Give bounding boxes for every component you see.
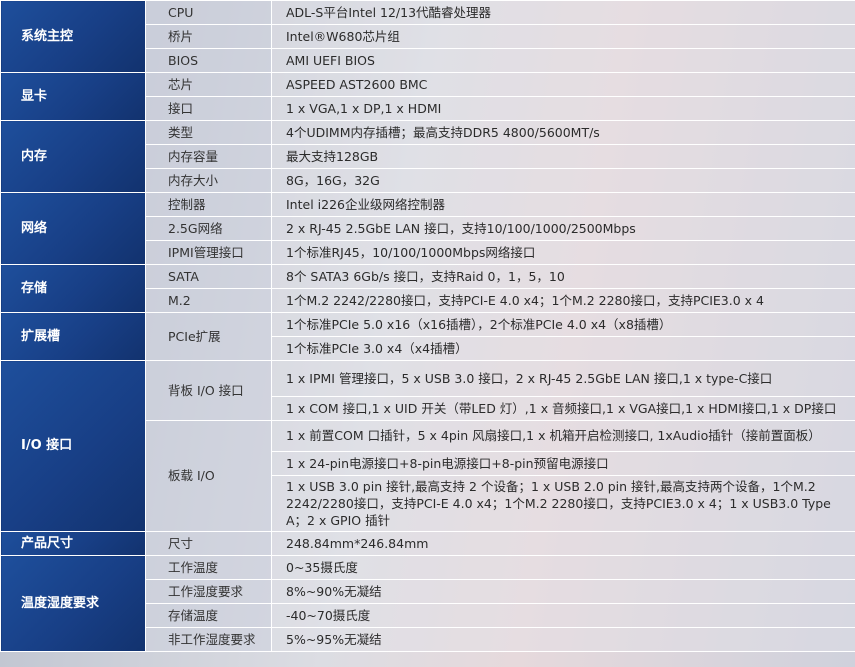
table-row: 网络 控制器 Intel i226企业级网络控制器	[0, 192, 855, 265]
item-label: 工作温度	[145, 555, 272, 580]
category-cell: 产品尺寸	[0, 531, 146, 556]
item-value: 1 x IPMI 管理接口，5 x USB 3.0 接口，2 x RJ-45 2…	[271, 360, 855, 397]
category-cell: 存储	[0, 264, 146, 313]
table-row: 温度湿度要求 工作温度 0~35摄氏度	[0, 555, 855, 652]
table-row: 产品尺寸 尺寸 248.84mm*246.84mm	[0, 531, 855, 556]
table-row: 存储 SATA 8个 SATA3 6Gb/s 接口，支持Raid 0，1，5，1…	[0, 264, 855, 313]
item-label: BIOS	[145, 48, 272, 73]
item-value: 1个标准PCIe 3.0 x4（x4插槽）	[271, 336, 855, 361]
item-label: 存储温度	[145, 603, 272, 628]
item-label: 桥片	[145, 24, 272, 49]
item-value: 4个UDIMM内存插槽；最高支持DDR5 4800/5600MT/s	[271, 120, 855, 145]
item-label: 尺寸	[145, 531, 272, 556]
table-row: 显卡 芯片 ASPEED AST2600 BMC	[0, 72, 855, 121]
spec-table: 系统主控 CPU ADL-S平台Intel 12/13代酷睿处理器 桥片 Int…	[0, 0, 855, 652]
category-cell: 网络	[0, 192, 146, 265]
item-value: Intel i226企业级网络控制器	[271, 192, 855, 217]
item-value: ASPEED AST2600 BMC	[271, 72, 855, 97]
category-cell: 温度湿度要求	[0, 555, 146, 652]
item-value: 1个标准RJ45，10/100/1000Mbps网络接口	[271, 240, 855, 265]
item-value: 1 x 24-pin电源接口+8-pin电源接口+8-pin预留电源接口	[271, 451, 855, 476]
item-label: IPMI管理接口	[145, 240, 272, 265]
item-label: 背板 I/O 接口	[145, 360, 272, 421]
item-value: 1 x COM 接口,1 x UID 开关（带LED 灯）,1 x 音频接口,1…	[271, 396, 855, 421]
item-label: CPU	[145, 0, 272, 25]
item-value: 最大支持128GB	[271, 144, 855, 169]
item-label: 非工作湿度要求	[145, 627, 272, 652]
item-value: 1个标准PCIe 5.0 x16（x16插槽），2个标准PCIe 4.0 x4（…	[271, 312, 855, 337]
table-row: 内存 类型 4个UDIMM内存插槽；最高支持DDR5 4800/5600MT/s	[0, 120, 855, 193]
category-cell: 系统主控	[0, 0, 146, 73]
table-row: 系统主控 CPU ADL-S平台Intel 12/13代酷睿处理器	[0, 0, 855, 73]
item-label: 内存容量	[145, 144, 272, 169]
item-value: 8G，16G，32G	[271, 168, 855, 193]
item-value: 2 x RJ-45 2.5GbE LAN 接口，支持10/100/1000/25…	[271, 216, 855, 241]
item-value: ADL-S平台Intel 12/13代酷睿处理器	[271, 0, 855, 25]
item-value: Intel®W680芯片组	[271, 24, 855, 49]
item-value: 8%~90%无凝结	[271, 579, 855, 604]
item-label: PCIe扩展	[145, 312, 272, 361]
item-value: 5%~95%无凝结	[271, 627, 855, 652]
category-cell: I/O 接口	[0, 360, 146, 532]
item-label: 类型	[145, 120, 272, 145]
item-value: 1个M.2 2242/2280接口，支持PCI-E 4.0 x4；1个M.2 2…	[271, 288, 855, 313]
item-value: 1 x VGA,1 x DP,1 x HDMI	[271, 96, 855, 121]
category-cell: 显卡	[0, 72, 146, 121]
item-value: 1 x USB 3.0 pin 接针,最高支持 2 个设备；1 x USB 2.…	[271, 475, 855, 532]
item-value: AMI UEFI BIOS	[271, 48, 855, 73]
item-value: 248.84mm*246.84mm	[271, 531, 855, 556]
item-value: 0~35摄氏度	[271, 555, 855, 580]
category-cell: 内存	[0, 120, 146, 193]
item-label: 控制器	[145, 192, 272, 217]
item-label: SATA	[145, 264, 272, 289]
item-label: 内存大小	[145, 168, 272, 193]
table-row: I/O 接口 背板 I/O 接口 1 x IPMI 管理接口，5 x USB 3…	[0, 360, 855, 532]
table-row: 扩展槽 PCIe扩展 1个标准PCIe 5.0 x16（x16插槽），2个标准P…	[0, 312, 855, 361]
item-label: 工作湿度要求	[145, 579, 272, 604]
item-value: 8个 SATA3 6Gb/s 接口，支持Raid 0，1，5，10	[271, 264, 855, 289]
category-cell: 扩展槽	[0, 312, 146, 361]
item-value: 1 x 前置COM 口插针，5 x 4pin 风扇接口,1 x 机箱开启检测接口…	[271, 420, 855, 452]
item-label: M.2	[145, 288, 272, 313]
item-label: 接口	[145, 96, 272, 121]
item-value: -40~70摄氏度	[271, 603, 855, 628]
item-label: 芯片	[145, 72, 272, 97]
item-label: 2.5G网络	[145, 216, 272, 241]
item-label: 板载 I/O	[145, 420, 272, 532]
